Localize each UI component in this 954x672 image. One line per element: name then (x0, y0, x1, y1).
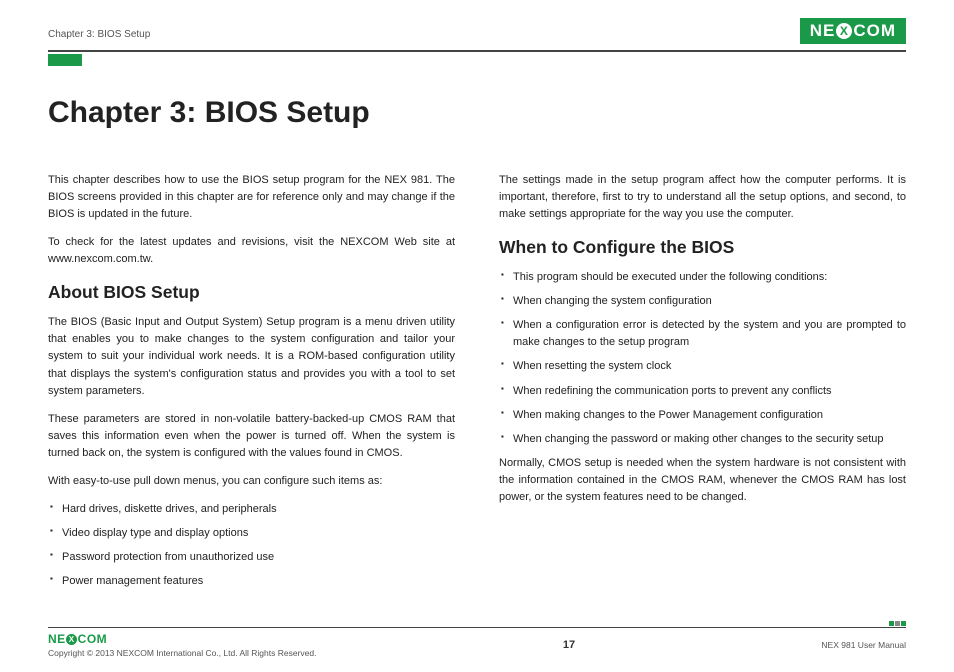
list-item: Hard drives, diskette drives, and periph… (50, 501, 455, 518)
footer-row: NEXCOM Copyright © 2013 NEXCOM Internati… (48, 632, 906, 658)
brand-logo: NEXCOM (800, 18, 906, 44)
list-item: When redefining the communication ports … (501, 383, 906, 400)
about-heading: About BIOS Setup (48, 279, 455, 306)
list-item: Power management features (50, 573, 455, 590)
list-item: When changing the system configuration (501, 293, 906, 310)
brand-x-icon: X (836, 23, 852, 39)
right-outro: Normally, CMOS setup is needed when the … (499, 455, 906, 506)
brand-pre: NE (810, 21, 836, 41)
list-item: This program should be executed under th… (501, 269, 906, 286)
right-column: The settings made in the setup program a… (499, 172, 906, 597)
list-item: When a configuration error is detected b… (501, 317, 906, 351)
list-item: When making changes to the Power Managem… (501, 407, 906, 424)
list-item: Video display type and display options (50, 525, 455, 542)
when-heading: When to Configure the BIOS (499, 234, 906, 261)
footer-decor-icon (889, 621, 906, 626)
about-list: Hard drives, diskette drives, and periph… (48, 501, 455, 590)
footer-logo: NEXCOM (48, 632, 316, 646)
about-paragraph-3: With easy-to-use pull down menus, you ca… (48, 473, 455, 490)
page-header: Chapter 3: BIOS Setup NEXCOM (48, 18, 906, 48)
intro-paragraph-2: To check for the latest updates and revi… (48, 234, 455, 268)
page-number: 17 (563, 639, 575, 651)
header-rule (48, 50, 906, 52)
manual-name: NEX 981 User Manual (821, 640, 906, 650)
brand-post: COM (853, 21, 896, 41)
list-item: When resetting the system clock (501, 358, 906, 375)
footer-left: NEXCOM Copyright © 2013 NEXCOM Internati… (48, 632, 316, 658)
left-column: This chapter describes how to use the BI… (48, 172, 455, 597)
page-title: Chapter 3: BIOS Setup (48, 96, 906, 130)
chapter-reference: Chapter 3: BIOS Setup (48, 29, 150, 44)
list-item: Password protection from unauthorized us… (50, 549, 455, 566)
brand-post: COM (78, 632, 108, 646)
right-intro: The settings made in the setup program a… (499, 172, 906, 223)
header-accent-tab (48, 54, 82, 66)
page-footer: NEXCOM Copyright © 2013 NEXCOM Internati… (48, 627, 906, 659)
footer-rule (48, 627, 906, 629)
content-columns: This chapter describes how to use the BI… (48, 172, 906, 597)
copyright-text: Copyright © 2013 NEXCOM International Co… (48, 648, 316, 658)
brand-x-icon: X (66, 634, 77, 645)
list-item: When changing the password or making oth… (501, 431, 906, 448)
brand-pre: NE (48, 632, 66, 646)
about-paragraph-1: The BIOS (Basic Input and Output System)… (48, 314, 455, 399)
when-list: This program should be executed under th… (499, 269, 906, 447)
about-paragraph-2: These parameters are stored in non-volat… (48, 411, 455, 462)
intro-paragraph-1: This chapter describes how to use the BI… (48, 172, 455, 223)
